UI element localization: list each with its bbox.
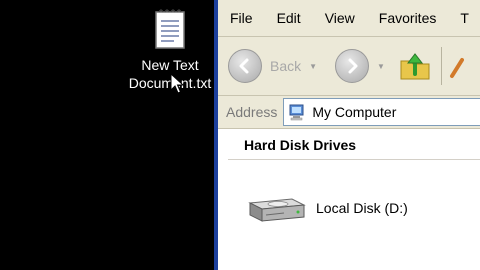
drive-label: Local Disk (D:) xyxy=(316,200,408,216)
group-header-hard-disk-drives: Hard Disk Drives xyxy=(244,137,357,153)
up-folder-icon xyxy=(400,53,430,80)
menu-favorites[interactable]: Favorites xyxy=(379,10,437,26)
forward-arrow-icon xyxy=(335,49,370,83)
file-view: Hard Disk Drives Local Disk (D:) xyxy=(218,129,480,269)
explorer-window: File Edit View Favorites T Back ▼ ▼ Addr… xyxy=(214,0,480,270)
address-value: My Computer xyxy=(312,104,397,120)
text-file-icon xyxy=(155,9,185,49)
group-divider xyxy=(228,159,480,160)
search-icon[interactable] xyxy=(448,50,464,82)
toolbar: Back ▼ ▼ xyxy=(218,37,480,96)
drive-item-local-disk-d[interactable]: Local Disk (D:) xyxy=(244,191,408,225)
up-folder-button[interactable] xyxy=(399,50,431,82)
menu-bar: File Edit View Favorites T xyxy=(218,0,480,37)
back-dropdown-icon[interactable]: ▼ xyxy=(309,62,317,71)
address-label: Address xyxy=(226,104,278,120)
desktop-icon-label-line1: New Text xyxy=(141,57,199,73)
back-button-label: Back xyxy=(270,58,302,74)
mouse-pointer-icon xyxy=(170,73,184,94)
menu-edit[interactable]: Edit xyxy=(277,10,301,26)
back-arrow-icon xyxy=(228,49,262,83)
back-button[interactable]: Back ▼ xyxy=(228,49,317,83)
my-computer-icon xyxy=(289,104,304,121)
forward-button[interactable]: ▼ xyxy=(335,49,385,83)
address-field[interactable]: My Computer xyxy=(283,98,480,126)
toolbar-separator xyxy=(440,47,442,85)
address-bar: Address My Computer xyxy=(218,96,480,129)
menu-file[interactable]: File xyxy=(230,10,253,26)
hard-drive-icon xyxy=(248,198,306,222)
menu-tools[interactable]: T xyxy=(460,10,469,26)
forward-dropdown-icon[interactable]: ▼ xyxy=(377,62,385,71)
menu-view[interactable]: View xyxy=(325,10,355,26)
